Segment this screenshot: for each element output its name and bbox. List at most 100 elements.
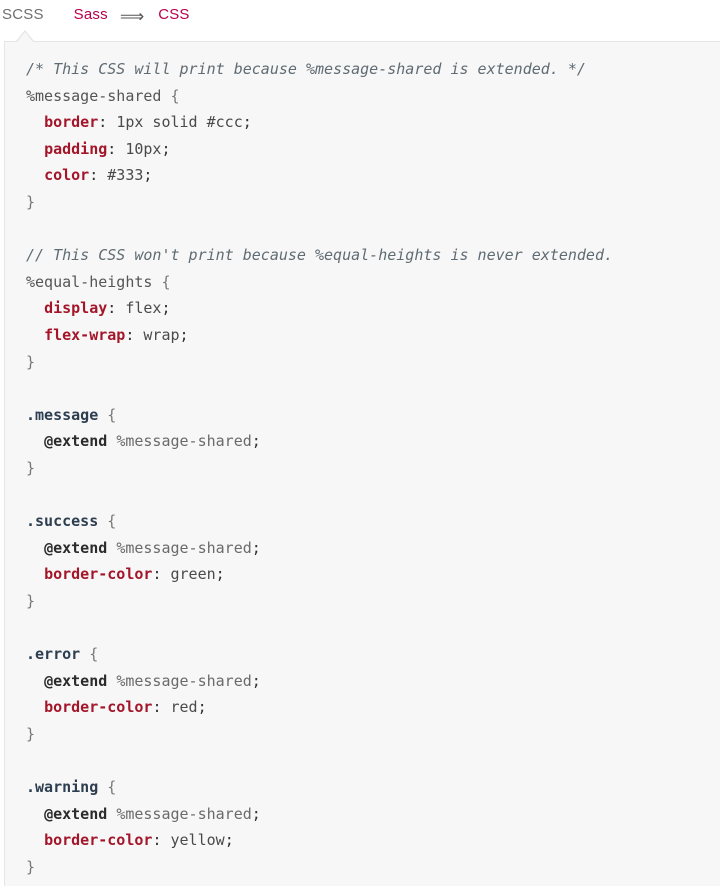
code-value: wrap	[143, 325, 180, 344]
code-placeholder: %message-shared	[116, 804, 252, 823]
code-selector: .message	[26, 405, 99, 424]
code-property: border-color	[44, 698, 153, 717]
code-line: .message {	[26, 402, 613, 429]
code-punctuation: :	[107, 299, 126, 318]
code-punctuation: ;	[161, 139, 171, 158]
code-placeholder: %message-shared	[116, 538, 252, 557]
code-punctuation: ;	[161, 299, 171, 318]
code-property: flex-wrap	[44, 325, 126, 344]
code-selector: %message-shared	[26, 86, 162, 105]
code-line: @extend %message-shared;	[26, 668, 613, 695]
arrow-right-icon: ⟹	[119, 7, 145, 26]
code-brace: }	[26, 724, 36, 743]
code-at-rule: @extend	[44, 432, 108, 451]
code-brace: {	[80, 645, 99, 664]
code-punctuation: ;	[197, 698, 207, 717]
code-punctuation: :	[152, 565, 171, 584]
code-punctuation: ;	[251, 671, 261, 690]
code-brace: {	[98, 405, 117, 424]
code-value: #333	[107, 166, 144, 185]
code-line: border-color: green;	[26, 561, 613, 588]
code-line: padding: 10px;	[26, 136, 613, 163]
code-value: 1px solid #ccc	[116, 113, 243, 132]
code-selector: .warning	[26, 778, 99, 797]
code-brace: }	[26, 458, 36, 477]
code-punctuation: ;	[251, 432, 261, 451]
code-punctuation: ;	[251, 804, 261, 823]
code-punctuation: :	[152, 698, 171, 717]
code-line: .error {	[26, 641, 613, 668]
tab-css[interactable]: CSS	[158, 4, 189, 26]
code-selector: .error	[26, 645, 81, 664]
code-comment: // This CSS won't print because %equal-h…	[26, 246, 613, 265]
code-value: green	[170, 565, 216, 584]
code-line: .success {	[26, 508, 613, 535]
code-block: /* This CSS will print because %message-…	[26, 56, 613, 880]
code-line: .warning {	[26, 774, 613, 801]
code-selector: %equal-heights	[26, 272, 153, 291]
code-punctuation: ;	[242, 113, 252, 132]
code-punctuation: ;	[179, 325, 189, 344]
code-punctuation: ;	[251, 538, 261, 557]
code-comment: /* This CSS will print because %message-…	[26, 60, 586, 78]
code-brace: }	[26, 352, 36, 371]
code-placeholder: %message-shared	[116, 432, 252, 451]
code-value: yellow	[170, 831, 225, 850]
code-line: }	[26, 455, 613, 482]
code-value: flex	[125, 299, 162, 318]
code-punctuation: ;	[143, 166, 153, 185]
code-punctuation: ;	[224, 831, 234, 850]
code-punctuation: :	[98, 113, 117, 132]
code-line: }	[26, 854, 613, 881]
code-brace: }	[26, 192, 36, 211]
page: SCSS Sass ⟹ CSS /* This CSS will print b…	[0, 0, 720, 886]
code-brace: }	[26, 591, 36, 610]
code-line: // This CSS won't print because %equal-h…	[26, 242, 613, 269]
code-punctuation: :	[107, 139, 126, 158]
code-brace: }	[26, 857, 36, 876]
code-selector: .success	[26, 512, 99, 531]
code-line: border-color: red;	[26, 694, 613, 721]
code-line: /* This CSS will print because %message-…	[26, 56, 613, 83]
code-line: }	[26, 721, 613, 748]
code-line: %message-shared {	[26, 83, 613, 110]
active-tab-indicator-fill	[17, 32, 33, 42]
code-line: @extend %message-shared;	[26, 428, 613, 455]
code-line: display: flex;	[26, 295, 613, 322]
code-property: color	[44, 166, 90, 185]
code-value: red	[170, 698, 198, 717]
code-line: border-color: yellow;	[26, 827, 613, 854]
code-punctuation: ;	[215, 565, 225, 584]
code-line: }	[26, 588, 613, 615]
code-line: %equal-heights {	[26, 269, 613, 296]
code-punctuation: :	[89, 166, 108, 185]
code-at-rule: @extend	[44, 671, 108, 690]
tab-sass[interactable]: Sass	[74, 4, 108, 26]
code-punctuation: :	[125, 325, 144, 344]
code-line: color: #333;	[26, 162, 613, 189]
code-property: padding	[44, 139, 108, 158]
code-property: border-color	[44, 831, 153, 850]
code-property: border-color	[44, 565, 153, 584]
code-brace: {	[98, 512, 117, 531]
code-placeholder: %message-shared	[116, 671, 252, 690]
code-line: }	[26, 189, 613, 216]
code-at-rule: @extend	[44, 804, 108, 823]
code-property: border	[44, 113, 99, 132]
code-brace: {	[161, 86, 180, 105]
code-value: 10px	[125, 139, 162, 158]
code-line: @extend %message-shared;	[26, 535, 613, 562]
code-line: }	[26, 349, 613, 376]
code-at-rule: @extend	[44, 538, 108, 557]
code-brace: {	[98, 778, 117, 797]
syntax-tabs: SCSS Sass ⟹ CSS	[0, 0, 720, 30]
code-line: @extend %message-shared;	[26, 801, 613, 828]
tab-scss[interactable]: SCSS	[2, 4, 44, 26]
code-brace: {	[152, 272, 171, 291]
code-line: border: 1px solid #ccc;	[26, 109, 613, 136]
code-punctuation: :	[152, 831, 171, 850]
